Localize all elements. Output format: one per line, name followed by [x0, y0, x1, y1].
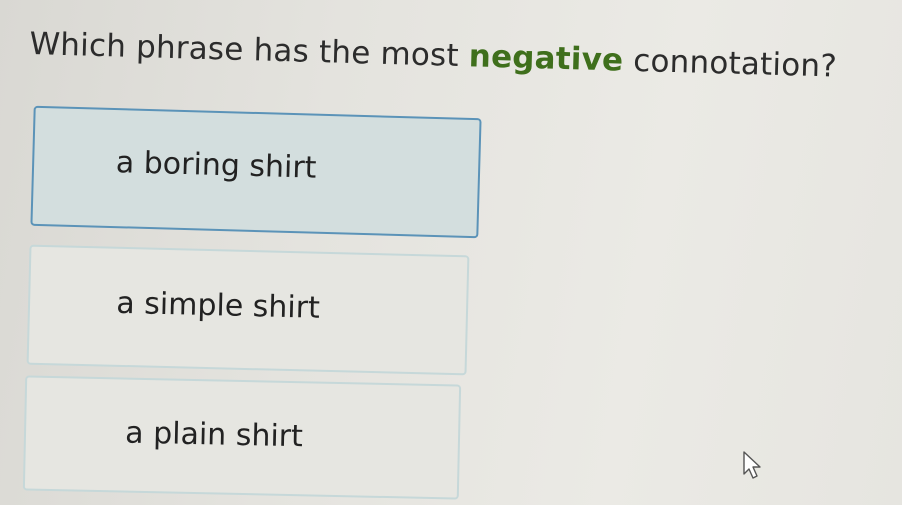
question-prefix: Which phrase has the most — [28, 26, 470, 75]
question-keyword: negative — [468, 38, 624, 79]
choice-boring-shirt[interactable]: a boring shirt — [30, 105, 482, 239]
mouse-pointer-icon — [743, 451, 761, 479]
choice-label: a plain shirt — [124, 415, 304, 455]
choice-label: a simple shirt — [115, 285, 321, 326]
question-text: Which phrase has the most negative conno… — [29, 26, 890, 86]
question-suffix: connotation? — [622, 42, 838, 85]
choice-simple-shirt[interactable]: a simple shirt — [26, 244, 470, 376]
choice-label: a boring shirt — [115, 144, 317, 186]
choice-plain-shirt[interactable]: a plain shirt — [22, 375, 462, 500]
